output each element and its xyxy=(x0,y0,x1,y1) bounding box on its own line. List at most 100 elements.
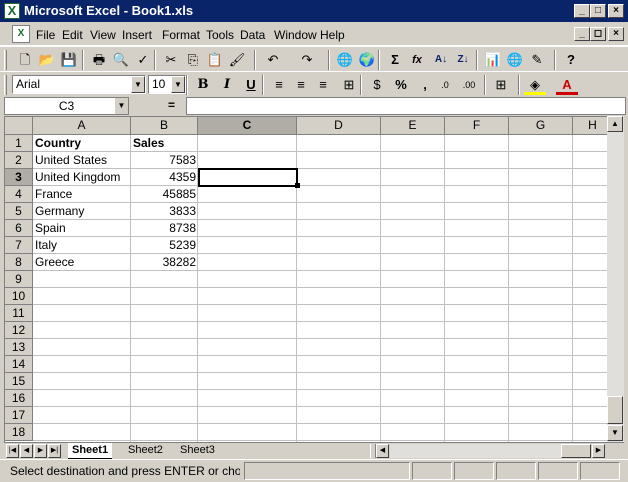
cell-b7[interactable]: 5239 xyxy=(133,237,196,254)
font-name-combo[interactable]: Arial ▼ xyxy=(12,75,146,94)
redo-icon[interactable]: ↷ xyxy=(296,50,318,70)
tab-sheet3[interactable]: Sheet3 xyxy=(176,443,219,459)
help-icon[interactable]: ? xyxy=(560,50,582,70)
select-all-button[interactable] xyxy=(5,117,33,135)
menu-view[interactable]: View xyxy=(90,27,116,43)
save-icon[interactable]: 💾 xyxy=(58,50,80,70)
cell-a1[interactable]: Country xyxy=(35,135,129,152)
close-button[interactable]: × xyxy=(608,4,624,18)
format-painter-icon[interactable]: 🖌 xyxy=(226,50,248,70)
toolbar-grip[interactable] xyxy=(4,75,7,95)
menu-help[interactable]: Help xyxy=(320,27,345,43)
column-header-d[interactable]: D xyxy=(297,117,381,135)
row-header-12[interactable]: 12 xyxy=(5,322,33,339)
scroll-down-icon[interactable]: ▼ xyxy=(607,425,623,441)
fill-color-icon[interactable]: ◈ xyxy=(524,75,546,95)
undo-icon[interactable]: ↶ xyxy=(262,50,284,70)
spelling-icon[interactable]: ✓ xyxy=(132,50,154,70)
cell-a8[interactable]: Greece xyxy=(35,254,129,271)
menu-edit[interactable]: Edit xyxy=(62,27,83,43)
cell-b1[interactable]: Sales xyxy=(133,135,196,152)
row-header-9[interactable]: 9 xyxy=(5,271,33,288)
menu-data[interactable]: Data xyxy=(240,27,265,43)
column-header-c[interactable]: C xyxy=(198,117,297,135)
cell-a5[interactable]: Germany xyxy=(35,203,129,220)
percent-icon[interactable]: % xyxy=(390,75,412,95)
scroll-up-icon[interactable]: ▲ xyxy=(607,116,623,132)
fill-handle[interactable] xyxy=(295,183,300,188)
underline-icon[interactable]: U xyxy=(240,75,262,95)
row-header-11[interactable]: 11 xyxy=(5,305,33,322)
menu-file[interactable]: File xyxy=(36,27,55,43)
borders-icon[interactable]: ⊞ xyxy=(490,75,512,95)
chevron-down-icon[interactable]: ▼ xyxy=(114,98,128,114)
column-header-b[interactable]: B xyxy=(131,117,198,135)
bold-icon[interactable]: B xyxy=(192,75,214,95)
row-header-17[interactable]: 17 xyxy=(5,407,33,424)
align-center-icon[interactable]: ≡ xyxy=(290,75,312,95)
name-box[interactable]: C3 ▼ xyxy=(4,97,129,115)
cell-a6[interactable]: Spain xyxy=(35,220,129,237)
row-header-7[interactable]: 7 xyxy=(5,237,33,254)
column-header-a[interactable]: A xyxy=(33,117,131,135)
column-header-e[interactable]: E xyxy=(381,117,445,135)
cell-b3[interactable]: 4359 xyxy=(133,169,196,186)
tab-sheet2[interactable]: Sheet2 xyxy=(124,443,167,459)
cell-a2[interactable]: United States xyxy=(35,152,129,169)
menu-format[interactable]: Format xyxy=(162,27,200,43)
print-icon[interactable]: 🖶 xyxy=(88,50,110,70)
doc-restore-button[interactable]: ◻ xyxy=(590,27,606,41)
row-header-8[interactable]: 8 xyxy=(5,254,33,271)
row-header-3[interactable]: 3 xyxy=(5,169,33,186)
next-sheet-icon[interactable]: ▶ xyxy=(34,444,47,458)
menu-tools[interactable]: Tools xyxy=(206,27,234,43)
menu-window[interactable]: Window xyxy=(274,27,317,43)
excel-app-icon[interactable]: X xyxy=(4,3,20,19)
scroll-thumb[interactable] xyxy=(561,444,591,458)
chevron-down-icon[interactable]: ▼ xyxy=(131,76,145,93)
web-toolbar-icon[interactable]: 🌍 xyxy=(356,50,378,70)
cell-a3[interactable]: United Kingdom xyxy=(35,169,129,186)
prev-sheet-icon[interactable]: ◀ xyxy=(20,444,33,458)
row-header-6[interactable]: 6 xyxy=(5,220,33,237)
new-icon[interactable]: 🗋 xyxy=(14,50,36,70)
cell-b4[interactable]: 45885 xyxy=(133,186,196,203)
chart-wizard-icon[interactable]: 📊 xyxy=(482,50,504,70)
cut-icon[interactable]: ✂ xyxy=(160,50,182,70)
function-icon[interactable]: fx xyxy=(406,50,428,70)
cell-b6[interactable]: 8738 xyxy=(133,220,196,237)
font-color-icon[interactable]: A xyxy=(556,75,578,95)
copy-icon[interactable]: ⎘ xyxy=(182,50,204,70)
formula-input[interactable] xyxy=(186,97,626,115)
column-header-g[interactable]: G xyxy=(509,117,573,135)
last-sheet-icon[interactable]: ▶| xyxy=(48,444,61,458)
cell-a7[interactable]: Italy xyxy=(35,237,129,254)
first-sheet-icon[interactable]: |◀ xyxy=(6,444,19,458)
sort-descending-icon[interactable]: Z↓ xyxy=(452,50,474,70)
align-left-icon[interactable]: ≡ xyxy=(268,75,290,95)
tab-sheet1[interactable]: Sheet1 xyxy=(68,443,113,459)
vertical-scrollbar[interactable]: ▲ ▼ xyxy=(607,116,624,442)
column-header-f[interactable]: F xyxy=(445,117,509,135)
column-header-h[interactable]: H xyxy=(573,117,608,135)
row-header-4[interactable]: 4 xyxy=(5,186,33,203)
row-header-14[interactable]: 14 xyxy=(5,356,33,373)
minimize-button[interactable]: _ xyxy=(574,4,590,18)
maximize-button[interactable]: □ xyxy=(590,4,606,18)
scroll-thumb[interactable] xyxy=(607,396,623,424)
map-icon[interactable]: 🌐 xyxy=(504,50,526,70)
drawing-icon[interactable]: ✎ xyxy=(526,50,548,70)
doc-minimize-button[interactable]: _ xyxy=(574,27,590,41)
align-right-icon[interactable]: ≡ xyxy=(312,75,334,95)
document-icon[interactable]: X xyxy=(12,25,30,43)
print-preview-icon[interactable]: 🔍 xyxy=(110,50,132,70)
currency-icon[interactable]: $ xyxy=(366,75,388,95)
doc-close-button[interactable]: × xyxy=(608,27,624,41)
cell-b2[interactable]: 7583 xyxy=(133,152,196,169)
hyperlink-icon[interactable]: 🌐 xyxy=(334,50,356,70)
row-header-1[interactable]: 1 xyxy=(5,135,33,152)
font-size-combo[interactable]: 10 ▼ xyxy=(148,75,186,94)
sort-ascending-icon[interactable]: A↓ xyxy=(430,50,452,70)
open-icon[interactable]: 📂 xyxy=(36,50,58,70)
row-header-16[interactable]: 16 xyxy=(5,390,33,407)
